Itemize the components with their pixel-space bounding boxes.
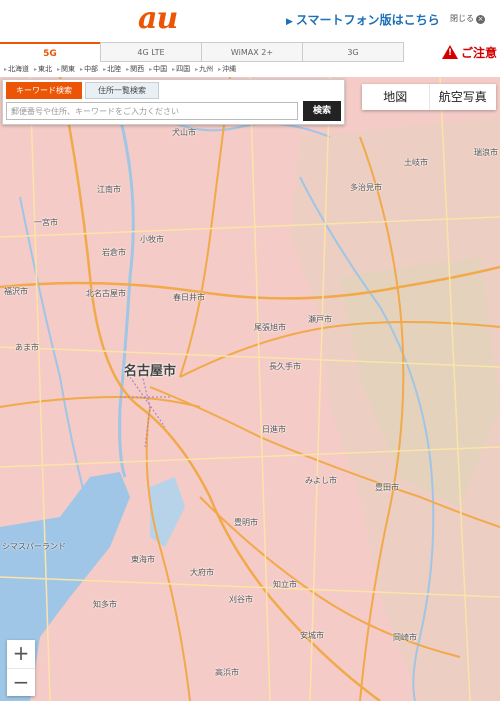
map-label: 安城市 — [300, 631, 324, 640]
zoom-out-button[interactable]: − — [7, 668, 35, 697]
close-label: 閉じる — [450, 14, 474, 23]
smartphone-link-label: スマートフォン版はこちら — [295, 13, 440, 27]
map-label: 北名古屋市 — [86, 289, 126, 298]
map-label: 知多市 — [93, 600, 117, 609]
warning-icon: ! — [442, 45, 458, 59]
map-label: 犬山市 — [172, 128, 196, 137]
region-link[interactable]: 九州 — [195, 64, 213, 74]
map-label: 刈谷市 — [229, 595, 253, 604]
map-view-button[interactable]: 地図 — [362, 84, 429, 110]
map-label: 豊田市 — [375, 483, 399, 492]
region-link[interactable]: 関西 — [126, 64, 144, 74]
search-panel: キーワード検索 住所一覧検索 検索 — [2, 79, 345, 125]
map-label: 多治見市 — [350, 183, 382, 192]
zoom-control: + − — [7, 640, 35, 696]
map-label: 東海市 — [131, 555, 155, 564]
region-link[interactable]: 北海道 — [4, 64, 29, 74]
map-label: 岡崎市 — [393, 633, 417, 642]
region-links: 北海道 東北 関東 中部 北陸 関西 中国 四国 九州 沖縄 — [0, 62, 500, 76]
map-label: 岩倉市 — [102, 248, 126, 257]
map-label: 尾張旭市 — [254, 323, 286, 332]
region-link[interactable]: 沖縄 — [218, 64, 236, 74]
map-label: 土岐市 — [404, 158, 428, 167]
map-label: 知立市 — [273, 580, 297, 589]
network-tabs: 5G 4G LTE WiMAX 2+ 3G — [0, 42, 404, 62]
map-label: 江南市 — [97, 185, 121, 194]
close-icon: × — [476, 15, 485, 24]
au-logo[interactable]: au — [138, 2, 178, 36]
map-label: 瑞浪市 — [474, 148, 498, 157]
tab-5g[interactable]: 5G — [0, 42, 101, 62]
header-bar: au ▶ スマートフォン版はこちら 閉じる × — [0, 0, 500, 40]
region-link[interactable]: 関東 — [57, 64, 75, 74]
map-label: あま市 — [15, 343, 39, 352]
tab-wimax2[interactable]: WiMAX 2+ — [201, 42, 303, 62]
map-label: 一宮市 — [34, 218, 58, 227]
zoom-in-button[interactable]: + — [7, 640, 35, 668]
region-link[interactable]: 東北 — [34, 64, 52, 74]
region-link[interactable]: 中部 — [80, 64, 98, 74]
map-label: 小牧市 — [140, 235, 164, 244]
search-input[interactable] — [6, 102, 298, 120]
map-label: みよし市 — [305, 476, 337, 485]
search-button[interactable]: 検索 — [303, 101, 341, 121]
map-label: 大府市 — [190, 568, 214, 577]
map-label: 福沢市 — [4, 287, 28, 296]
close-button[interactable]: 閉じる × — [450, 13, 485, 24]
caution-link[interactable]: ! ご注意 — [442, 44, 497, 61]
map-type-toggle: 地図 航空写真 — [362, 84, 496, 110]
map-label: 日進市 — [262, 425, 286, 434]
region-link[interactable]: 四国 — [172, 64, 190, 74]
map-label: 高浜市 — [215, 668, 239, 677]
map-label: シマスパーランド — [2, 542, 66, 551]
map-graphics — [0, 77, 500, 701]
tab-keyword-search[interactable]: キーワード検索 — [6, 82, 82, 99]
smartphone-site-link[interactable]: ▶ スマートフォン版はこちら — [286, 11, 440, 28]
map-label: 豊明市 — [234, 518, 258, 527]
triangle-right-icon: ▶ — [286, 17, 293, 27]
map-label-nagoya: 名古屋市 — [124, 364, 177, 379]
tab-3g[interactable]: 3G — [302, 42, 404, 62]
region-link[interactable]: 中国 — [149, 64, 167, 74]
map-label: 長久手市 — [269, 362, 301, 371]
satellite-view-button[interactable]: 航空写真 — [428, 84, 497, 110]
tab-4g-lte[interactable]: 4G LTE — [100, 42, 202, 62]
coverage-map[interactable]: 犬山市 土岐市 瑞浪市 江南市 多治見市 一宮市 小牧市 岩倉市 福沢市 北名古… — [0, 77, 500, 701]
map-label: 瀬戸市 — [308, 315, 332, 324]
map-label: 春日井市 — [173, 293, 205, 302]
caution-label: ご注意 — [461, 46, 498, 60]
tab-address-search[interactable]: 住所一覧検索 — [85, 82, 159, 99]
region-link[interactable]: 北陸 — [103, 64, 121, 74]
